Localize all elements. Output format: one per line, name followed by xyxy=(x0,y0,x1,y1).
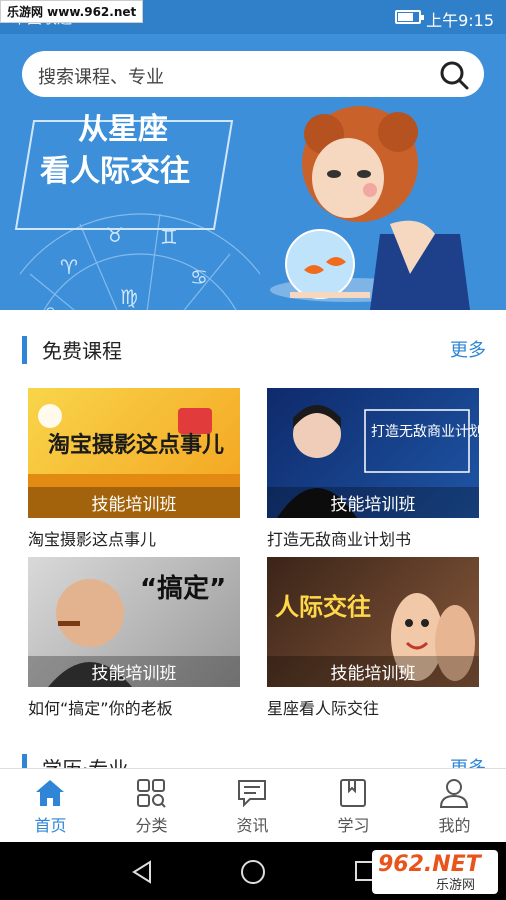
course-tag: 技能培训班 xyxy=(267,487,479,518)
thumb-text: 打造无敌商业计划书 xyxy=(371,423,479,440)
svg-text:♈: ♈ xyxy=(60,255,78,279)
course-title[interactable]: 淘宝摄影这点事儿 xyxy=(28,526,240,550)
promo-banner[interactable]: ♈ ♉ ♊ ♋ ♌ ♍ 从星座 看人际交往 搜索课程、专业 xyxy=(0,34,506,310)
more-link[interactable]: 更多 xyxy=(450,754,486,768)
tab-label: 首页 xyxy=(34,816,67,835)
section-accent-bar xyxy=(22,754,27,768)
book-icon xyxy=(340,779,366,807)
tab-category[interactable]: 分类 xyxy=(101,769,202,843)
section-header-degree: 学历·专业 xyxy=(22,750,222,768)
site-watermark: 乐游网 www.962.net xyxy=(0,0,144,23)
course-tag: 技能培训班 xyxy=(28,487,240,518)
search-input[interactable]: 搜索课程、专业 xyxy=(38,63,164,89)
section-title: 学历·专业 xyxy=(42,753,128,768)
tab-label: 分类 xyxy=(135,816,168,835)
user-icon xyxy=(439,779,469,808)
svg-text:♌: ♌ xyxy=(40,303,58,310)
course-thumbnail[interactable]: 人际交往 技能培训班 xyxy=(267,557,479,687)
course-card[interactable]: “搞定” 技能培训班 如何“搞定”你的老板 xyxy=(28,557,240,719)
thumb-text: “搞定” xyxy=(140,573,226,604)
system-nav-bar: 962.NET 乐游网 xyxy=(0,842,506,900)
status-time: 上午9:15 xyxy=(426,11,494,30)
home-circle-icon xyxy=(241,860,265,884)
svg-text:♋: ♋ xyxy=(190,265,208,289)
section-accent-bar xyxy=(22,336,27,364)
course-card[interactable]: 淘宝摄影这点事儿 技能培训班 淘宝摄影这点事儿 xyxy=(28,388,240,550)
course-thumbnail[interactable]: 淘宝摄影这点事儿 技能培训班 xyxy=(28,388,240,518)
home-icon xyxy=(36,780,64,806)
thumb-text: 淘宝摄影这点事儿 xyxy=(48,432,224,458)
category-icon xyxy=(137,779,166,808)
tab-news[interactable]: 资讯 xyxy=(202,769,303,843)
course-title[interactable]: 如何“搞定”你的老板 xyxy=(28,695,240,719)
search-bar[interactable]: 搜索课程、专业 xyxy=(22,51,484,97)
course-thumbnail[interactable]: 打造无敌商业计划书 技能培训班 xyxy=(267,388,479,518)
banner-headline-2: 看人际交往 xyxy=(40,154,190,189)
course-title[interactable]: 打造无敌商业计划书 xyxy=(267,526,479,550)
course-tag: 技能培训班 xyxy=(28,656,240,687)
tab-study[interactable]: 学习 xyxy=(303,769,404,843)
more-link[interactable]: 更多 xyxy=(450,336,486,362)
status-bar: 中国联通 乐游网 www.962.net 上午9:15 xyxy=(0,0,506,34)
tab-profile[interactable]: 我的 xyxy=(404,769,505,843)
course-tag: 技能培训班 xyxy=(267,656,479,687)
banner-headline-1: 从星座 xyxy=(78,112,168,147)
section-header-free-courses: 免费课程 xyxy=(22,332,222,368)
svg-text:♍: ♍ xyxy=(120,285,138,309)
course-title[interactable]: 星座看人际交往 xyxy=(267,695,479,719)
tab-home[interactable]: 首页 xyxy=(0,769,101,843)
thumb-text: 人际交往 xyxy=(275,593,371,621)
back-icon xyxy=(132,860,151,884)
search-icon[interactable] xyxy=(438,59,470,91)
tab-label: 我的 xyxy=(438,816,471,835)
tab-label: 资讯 xyxy=(236,816,269,835)
watermark-sub: 乐游网 xyxy=(436,878,476,893)
bottom-tab-bar: 首页 分类 资讯 学习 我的 xyxy=(0,768,506,842)
cartoon-girl-illustration xyxy=(270,106,470,310)
tab-label: 学习 xyxy=(337,816,370,835)
battery-icon xyxy=(395,10,424,24)
site-logo-watermark: 962.NET 乐游网 xyxy=(372,850,498,894)
news-icon xyxy=(238,780,266,808)
main-content: 免费课程 更多 淘宝摄影这点事儿 技能培训班 淘宝摄影这点事儿 打造无敌商业计划… xyxy=(0,310,506,768)
course-card[interactable]: 打造无敌商业计划书 技能培训班 打造无敌商业计划书 xyxy=(267,388,479,550)
course-card[interactable]: 人际交往 技能培训班 星座看人际交往 xyxy=(267,557,479,719)
section-title: 免费课程 xyxy=(42,339,122,363)
course-thumbnail[interactable]: “搞定” 技能培训班 xyxy=(28,557,240,687)
